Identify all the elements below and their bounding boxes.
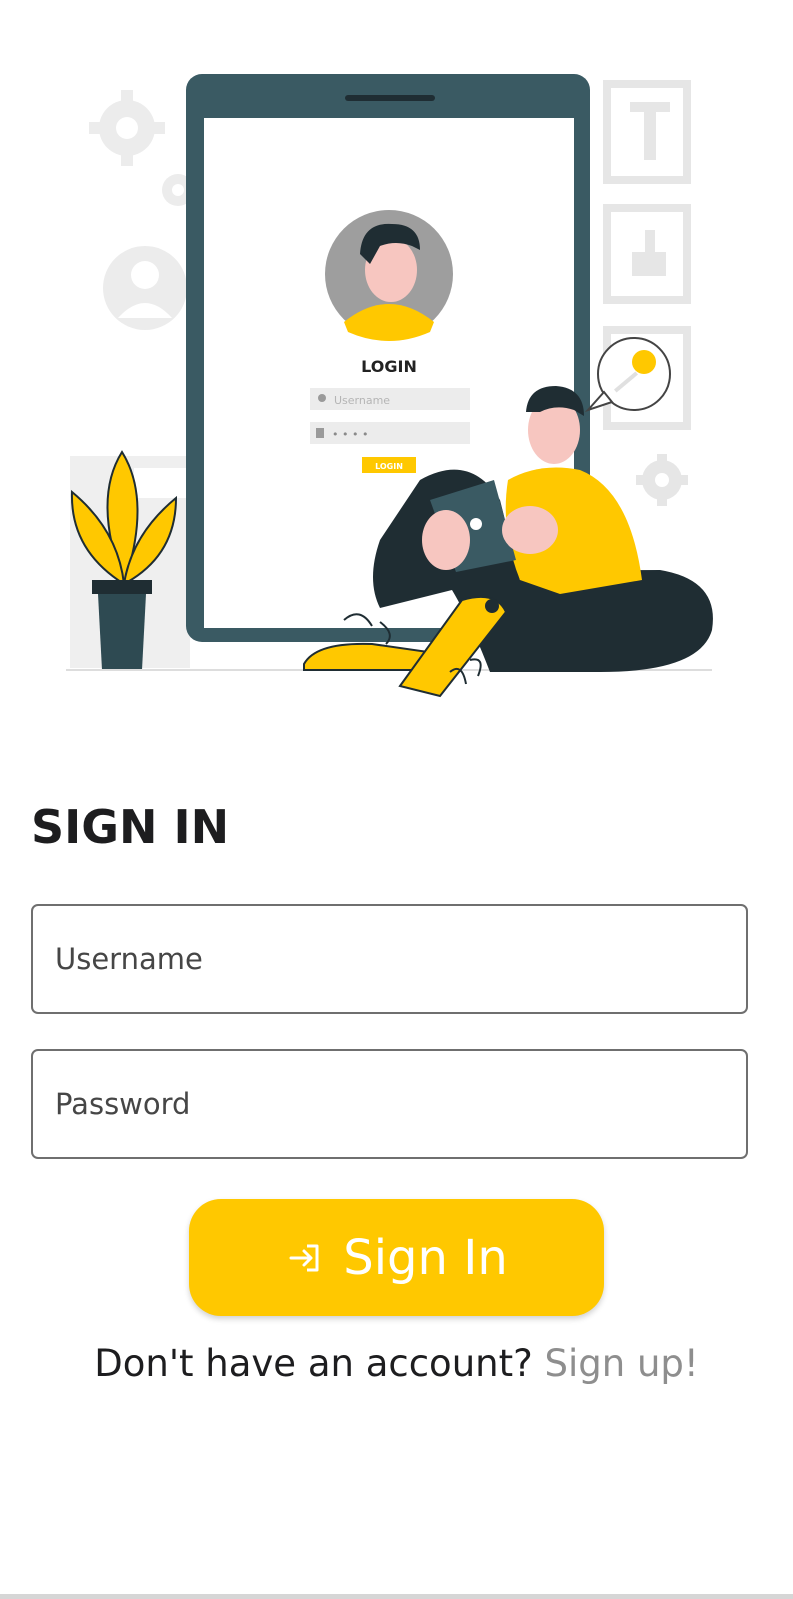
password-input[interactable] bbox=[31, 1049, 748, 1159]
illustration-password-hint: • • • • bbox=[332, 428, 368, 441]
sign-in-button-label: Sign In bbox=[343, 1229, 508, 1286]
key-bubble bbox=[584, 337, 671, 413]
gear-icon bbox=[636, 454, 688, 506]
signup-prompt: Don't have an account? Sign up! bbox=[0, 1342, 793, 1385]
username-input[interactable] bbox=[31, 904, 748, 1014]
illustration-login-label: LOGIN bbox=[361, 357, 417, 376]
bottom-divider bbox=[0, 1594, 793, 1599]
sign-in-screen: LOGIN Username • • • • LOGIN SIGN IN Use… bbox=[0, 0, 793, 1599]
sign-up-link[interactable]: Sign up! bbox=[545, 1342, 699, 1385]
page-title: SIGN IN bbox=[31, 800, 230, 854]
gear-icon bbox=[89, 90, 165, 166]
illustration-login-button: LOGIN bbox=[375, 462, 403, 471]
login-illustration: LOGIN Username • • • • LOGIN bbox=[66, 74, 713, 698]
user-avatar-icon bbox=[103, 246, 187, 330]
signup-prompt-text: Don't have an account? bbox=[94, 1342, 533, 1385]
login-arrow-icon bbox=[285, 1238, 325, 1278]
sign-in-button[interactable]: Sign In bbox=[189, 1199, 604, 1316]
illustration-username-hint: Username bbox=[334, 394, 390, 407]
